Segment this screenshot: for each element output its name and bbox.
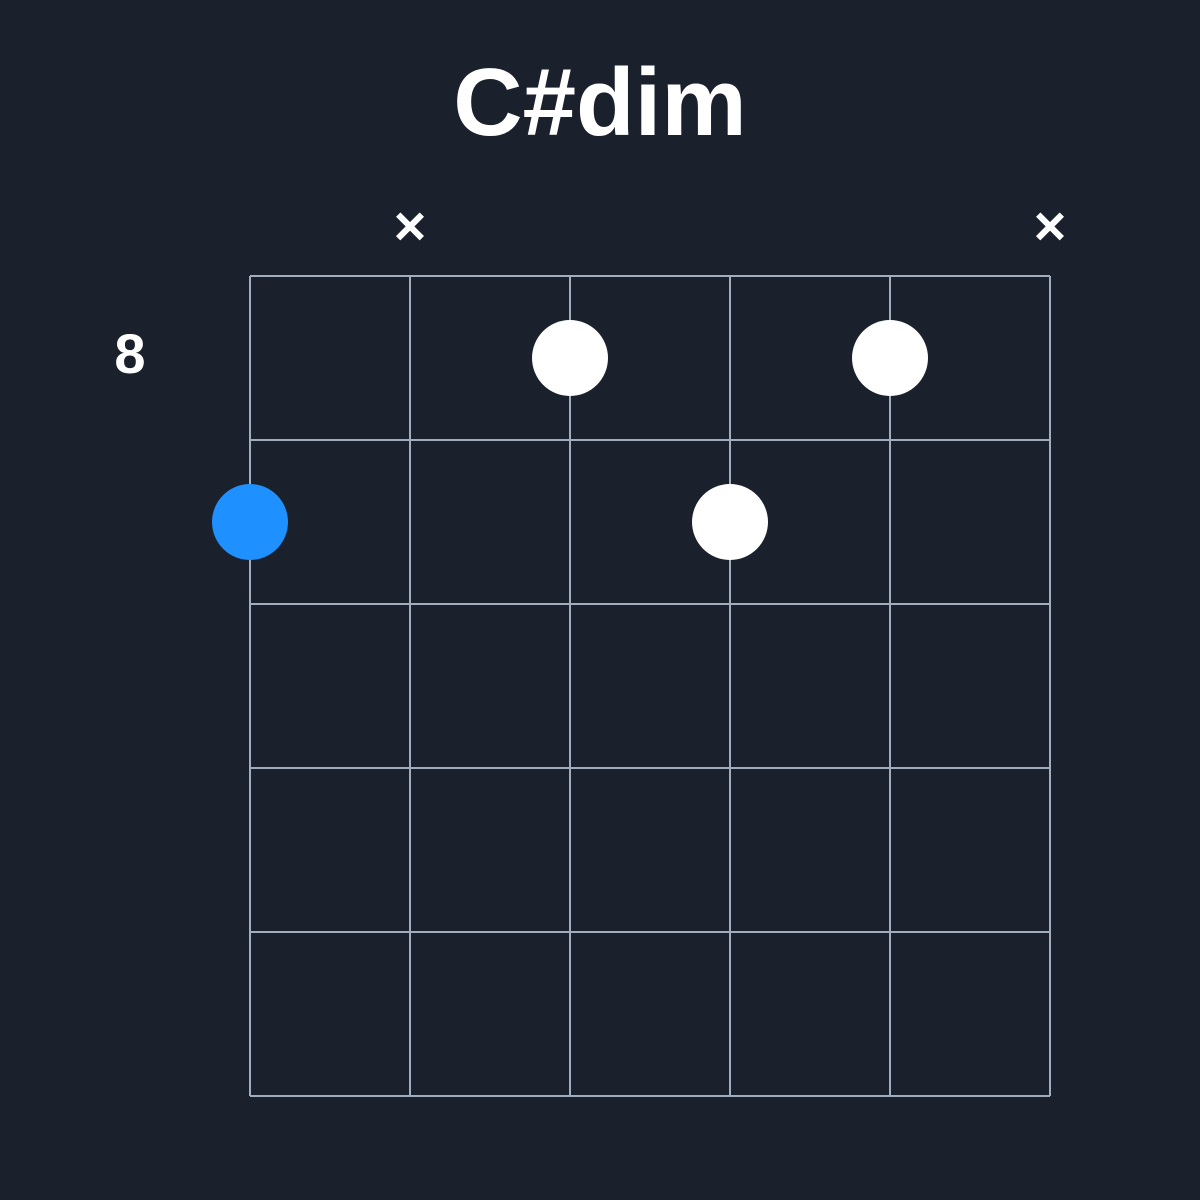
chord-diagram: 8 × ×: [0, 186, 1200, 1146]
note-dot: [852, 320, 928, 396]
root-note-dot: [212, 484, 288, 560]
note-dot: [692, 484, 768, 560]
start-fret-label: 8: [114, 322, 145, 385]
note-dot: [532, 320, 608, 396]
fretboard-grid: [250, 276, 1050, 1096]
chord-name: C#dim: [0, 48, 1200, 158]
mute-marker: ×: [394, 194, 427, 257]
mute-marker: ×: [1034, 194, 1067, 257]
